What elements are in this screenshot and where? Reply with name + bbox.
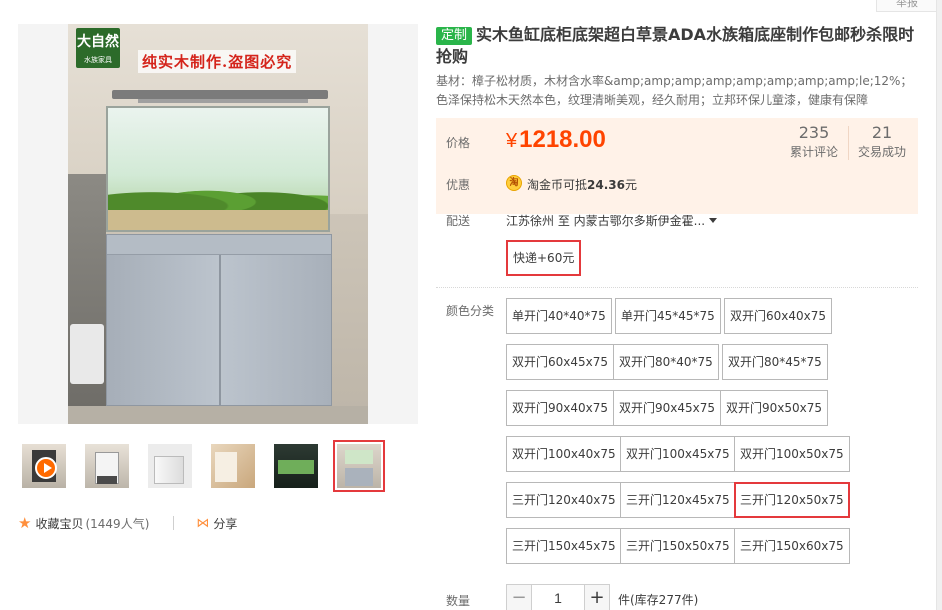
thumbnail-4[interactable] bbox=[207, 440, 259, 492]
brand-logo: 大自然 水族家具 bbox=[76, 28, 120, 68]
report-link[interactable]: 举报 bbox=[876, 0, 938, 12]
promo-text-prefix: 淘金币可抵 bbox=[527, 178, 588, 192]
color-option[interactable]: 双开门100x45x75 bbox=[620, 436, 736, 472]
divider bbox=[173, 516, 175, 530]
chevron-down-icon bbox=[709, 218, 718, 223]
brand-logo-text: 大自然 bbox=[77, 34, 119, 50]
favorite-count: (1449人气) bbox=[85, 516, 150, 531]
product-subtitle: 基材：樟子松材质，木材含水率&amp;amp;amp;amp;amp;amp;a… bbox=[436, 74, 913, 107]
sales-stat: 21 交易成功 bbox=[852, 122, 912, 160]
color-option[interactable]: 双开门60x45x75 bbox=[506, 344, 615, 380]
color-option[interactable]: 双开门100x50x75 bbox=[734, 436, 850, 472]
color-option[interactable]: 双开门80*40*75 bbox=[613, 344, 719, 380]
color-option[interactable]: 三开门150x45x75 bbox=[506, 528, 622, 564]
color-option[interactable]: 单开门40*40*75 bbox=[506, 298, 612, 334]
price-label: 价格 bbox=[446, 136, 471, 150]
currency-symbol: ¥ bbox=[506, 130, 518, 152]
quantity-label: 数量 bbox=[446, 594, 471, 608]
color-option-selected[interactable]: 三开门120x50x75 bbox=[734, 482, 850, 518]
color-option[interactable]: 双开门80*45*75 bbox=[722, 344, 828, 380]
reviews-stat[interactable]: 235 累计评论 bbox=[784, 122, 844, 160]
promo-amount: 24.36 bbox=[587, 178, 625, 192]
sales-count: 21 bbox=[871, 123, 893, 142]
color-option[interactable]: 双开门90x40x75 bbox=[506, 390, 615, 426]
shipping-option-express[interactable]: 快递+60元 bbox=[506, 240, 582, 276]
color-option[interactable]: 双开门100x40x75 bbox=[506, 436, 622, 472]
stock-text: 件(库存277件) bbox=[618, 593, 699, 607]
play-icon bbox=[35, 457, 57, 479]
shipping-destination-select[interactable]: 江苏徐州 至 内蒙古鄂尔多斯伊金霍... bbox=[506, 212, 718, 229]
favorite-label[interactable]: 收藏宝贝 bbox=[35, 515, 83, 532]
color-option[interactable]: 三开门150x60x75 bbox=[734, 528, 850, 564]
price-value: ¥1218.00 bbox=[506, 124, 606, 157]
quantity-decrement-button[interactable]: − bbox=[506, 584, 532, 610]
product-title-text: 实木鱼缸底柜底架超白草景ADA水族箱底座制作包邮秒杀限时抢购 bbox=[436, 25, 915, 66]
product-title: 定制 实木鱼缸底柜底架超白草景ADA水族箱底座制作包邮秒杀限时抢购 bbox=[436, 24, 918, 68]
color-category-label: 颜色分类 bbox=[446, 304, 495, 318]
custom-tag: 定制 bbox=[436, 27, 473, 45]
thumbnail-5[interactable] bbox=[270, 440, 322, 492]
promo-label: 优惠 bbox=[446, 178, 471, 192]
taobao-coin-icon: 淘 bbox=[506, 175, 522, 191]
sales-label: 交易成功 bbox=[857, 145, 906, 159]
price-panel: 价格 ¥1218.00 235 累计评论 21 交易成功 优惠 淘 淘金币可抵2… bbox=[436, 118, 918, 214]
share-icon[interactable]: ⋈ bbox=[196, 516, 209, 531]
quantity-input[interactable] bbox=[532, 584, 584, 610]
shipping-label: 配送 bbox=[446, 214, 471, 228]
thumbnail-2[interactable] bbox=[81, 440, 133, 492]
share-label[interactable]: 分享 bbox=[213, 515, 237, 532]
color-option[interactable]: 双开门60x40x75 bbox=[724, 298, 833, 334]
section-divider bbox=[436, 287, 918, 288]
promo-text: 淘金币可抵24.36元 bbox=[527, 176, 637, 193]
color-option[interactable]: 三开门120x45x75 bbox=[620, 482, 736, 518]
thumbnail-6[interactable] bbox=[333, 440, 385, 492]
color-option[interactable]: 三开门120x40x75 bbox=[506, 482, 622, 518]
image-watermark-banner: 纯实木制作.盗图必究 bbox=[138, 50, 297, 73]
star-icon[interactable]: ★ bbox=[18, 515, 31, 531]
color-option[interactable]: 单开门45*45*75 bbox=[615, 298, 721, 334]
aquarium-cabinet-photo: 大自然水族家具 纯实木制作.盗图必究 bbox=[68, 24, 368, 424]
stat-divider bbox=[848, 126, 849, 160]
brand-logo-sub: 水族家具 bbox=[84, 56, 112, 64]
promo-text-suffix: 元 bbox=[624, 178, 637, 192]
main-product-image[interactable]: 大自然水族家具 纯实木制作.盗图必究 bbox=[18, 24, 418, 424]
quantity-increment-button[interactable]: + bbox=[584, 584, 610, 610]
thumbnail-3[interactable] bbox=[144, 440, 196, 492]
reviews-label: 累计评论 bbox=[789, 145, 838, 159]
thumbnail-video[interactable] bbox=[18, 440, 70, 492]
promo-row: 优惠 淘 淘金币可抵24.36元 bbox=[436, 168, 918, 202]
price-number: 1218.00 bbox=[519, 126, 606, 153]
color-option[interactable]: 三开门150x50x75 bbox=[620, 528, 736, 564]
zoom-icon[interactable] bbox=[408, 422, 418, 424]
page-scrollbar[interactable] bbox=[936, 0, 942, 610]
color-option[interactable]: 双开门90x50x75 bbox=[720, 390, 829, 426]
social-actions: ★ 收藏宝贝 (1449人气) ⋈ 分享 bbox=[18, 514, 237, 532]
reviews-count: 235 bbox=[798, 123, 830, 142]
shipping-route: 江苏徐州 至 内蒙古鄂尔多斯伊金霍... bbox=[506, 214, 706, 228]
color-option[interactable]: 双开门90x45x75 bbox=[613, 390, 722, 426]
